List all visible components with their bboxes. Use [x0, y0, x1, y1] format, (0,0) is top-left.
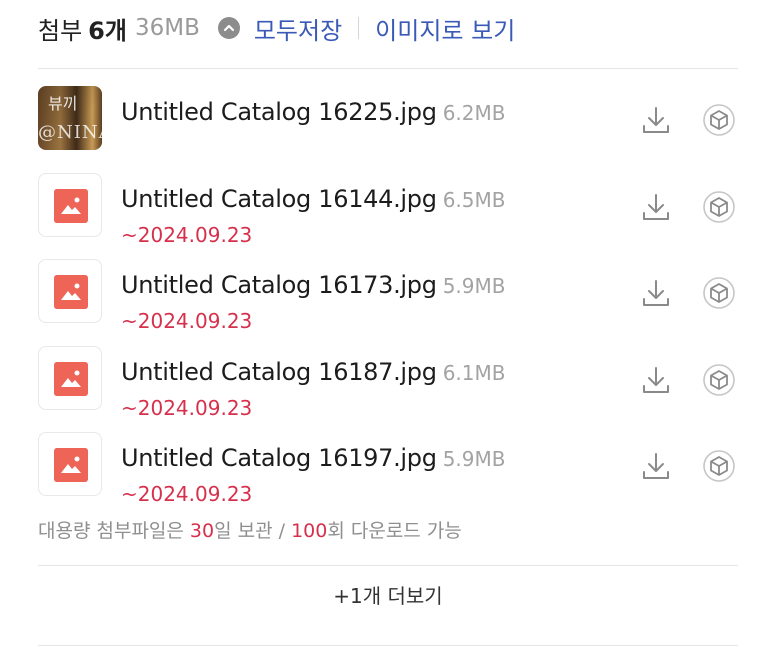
notice-days: 30: [189, 520, 215, 542]
thumbnail-watermark: 뷰끼: [48, 94, 78, 113]
file-thumbnail[interactable]: [38, 259, 102, 323]
file-thumbnail[interactable]: [38, 345, 102, 410]
download-icon[interactable]: [638, 275, 674, 311]
header-separator: [358, 17, 360, 39]
image-file-icon: [54, 275, 88, 309]
expiry-date: ~2024.09.23: [121, 222, 253, 247]
file-name-text[interactable]: Untitled Catalog 16173.jpg: [121, 271, 437, 299]
image-file-icon: [54, 188, 88, 223]
cube-icon[interactable]: [702, 449, 736, 483]
save-all-link[interactable]: 모두저장: [254, 11, 342, 46]
file-size: 6.1MB: [442, 360, 506, 385]
attachments-count: 6개: [88, 16, 127, 45]
file-name-text[interactable]: Untitled Catalog 16197.jpg: [121, 444, 437, 472]
notice-text: 대용량 첨부파일은: [38, 520, 190, 542]
attachment-row[interactable]: Untitled Catalog 16144.jpg 6.5MB ~2024.09…: [38, 165, 738, 252]
expiry-date: ~2024.09.23: [121, 482, 253, 506]
attachment-row[interactable]: Untitled Catalog 16197.jpg 5.9MB ~2024.09…: [38, 424, 738, 511]
photo-thumbnail[interactable]: 뷰끼 @NINA: [38, 86, 102, 150]
file-name-text[interactable]: Untitled Catalog 16225.jpg: [121, 98, 437, 126]
file-thumbnail[interactable]: [38, 432, 102, 496]
header-divider: [38, 68, 738, 69]
expiry-date: ~2024.09.23: [121, 395, 253, 420]
download-icon[interactable]: [638, 189, 674, 225]
notice-text: 일 보관 /: [214, 520, 292, 542]
collapse-toggle-button[interactable]: [217, 17, 240, 39]
cube-icon[interactable]: [702, 276, 736, 310]
file-size: 6.2MB: [442, 101, 506, 125]
image-file-icon: [54, 361, 88, 396]
file-name[interactable]: Untitled Catalog 16187.jpg 6.1MB: [121, 358, 505, 386]
cube-icon[interactable]: [702, 103, 736, 137]
large-file-notice: 대용량 첨부파일은 30일 보관 / 100회 다운로드 가능: [38, 516, 462, 543]
attachment-list: 뷰끼 @NINA Untitled Catalog 16225.jpg6.2MB…: [38, 78, 738, 511]
thumbnail-watermark: @NINA: [38, 122, 102, 143]
file-name[interactable]: Untitled Catalog 16197.jpg 5.9MB: [121, 444, 505, 472]
download-icon[interactable]: [638, 102, 674, 138]
download-icon[interactable]: [638, 448, 674, 484]
file-name[interactable]: Untitled Catalog 16144.jpg 6.5MB: [121, 185, 505, 213]
attachments-label: 첨부: [38, 16, 83, 45]
file-size: 6.5MB: [442, 187, 506, 212]
bottom-divider: [38, 645, 738, 646]
attachment-row[interactable]: Untitled Catalog 16173.jpg 5.9MB ~2024.09…: [38, 251, 738, 338]
attachments-total-size: 36MB: [134, 15, 200, 41]
file-name-text[interactable]: Untitled Catalog 16187.jpg: [121, 358, 437, 386]
image-file-icon: [54, 448, 88, 482]
file-name[interactable]: Untitled Catalog 16225.jpg 6.2MB: [121, 98, 505, 126]
cube-icon[interactable]: [702, 363, 736, 397]
chevron-up-icon: [223, 24, 234, 32]
notice-downloads: 100: [291, 520, 328, 542]
file-thumbnail[interactable]: [38, 172, 102, 237]
download-icon[interactable]: [638, 362, 674, 398]
attachments-header: 첨부 6개 36MB 모두저장 이미지로 보기: [38, 8, 515, 48]
attachment-row[interactable]: Untitled Catalog 16187.jpg 6.1MB ~2024.09…: [38, 338, 738, 425]
file-size: 5.9MB: [442, 447, 506, 471]
notice-text: 회 다운로드 가능: [327, 520, 462, 542]
notice-divider: [38, 565, 738, 566]
file-name-text[interactable]: Untitled Catalog 16144.jpg: [121, 185, 437, 213]
file-size: 5.9MB: [442, 274, 506, 298]
attachment-row[interactable]: 뷰끼 @NINA Untitled Catalog 16225.jpg6.2MB: [38, 78, 738, 165]
expiry-date: ~2024.09.23: [121, 309, 253, 333]
file-name[interactable]: Untitled Catalog 16173.jpg 5.9MB: [121, 271, 505, 299]
show-more-button[interactable]: +1개 더보기: [38, 580, 738, 609]
cube-icon[interactable]: [702, 190, 736, 224]
view-as-images-link[interactable]: 이미지로 보기: [375, 11, 515, 46]
